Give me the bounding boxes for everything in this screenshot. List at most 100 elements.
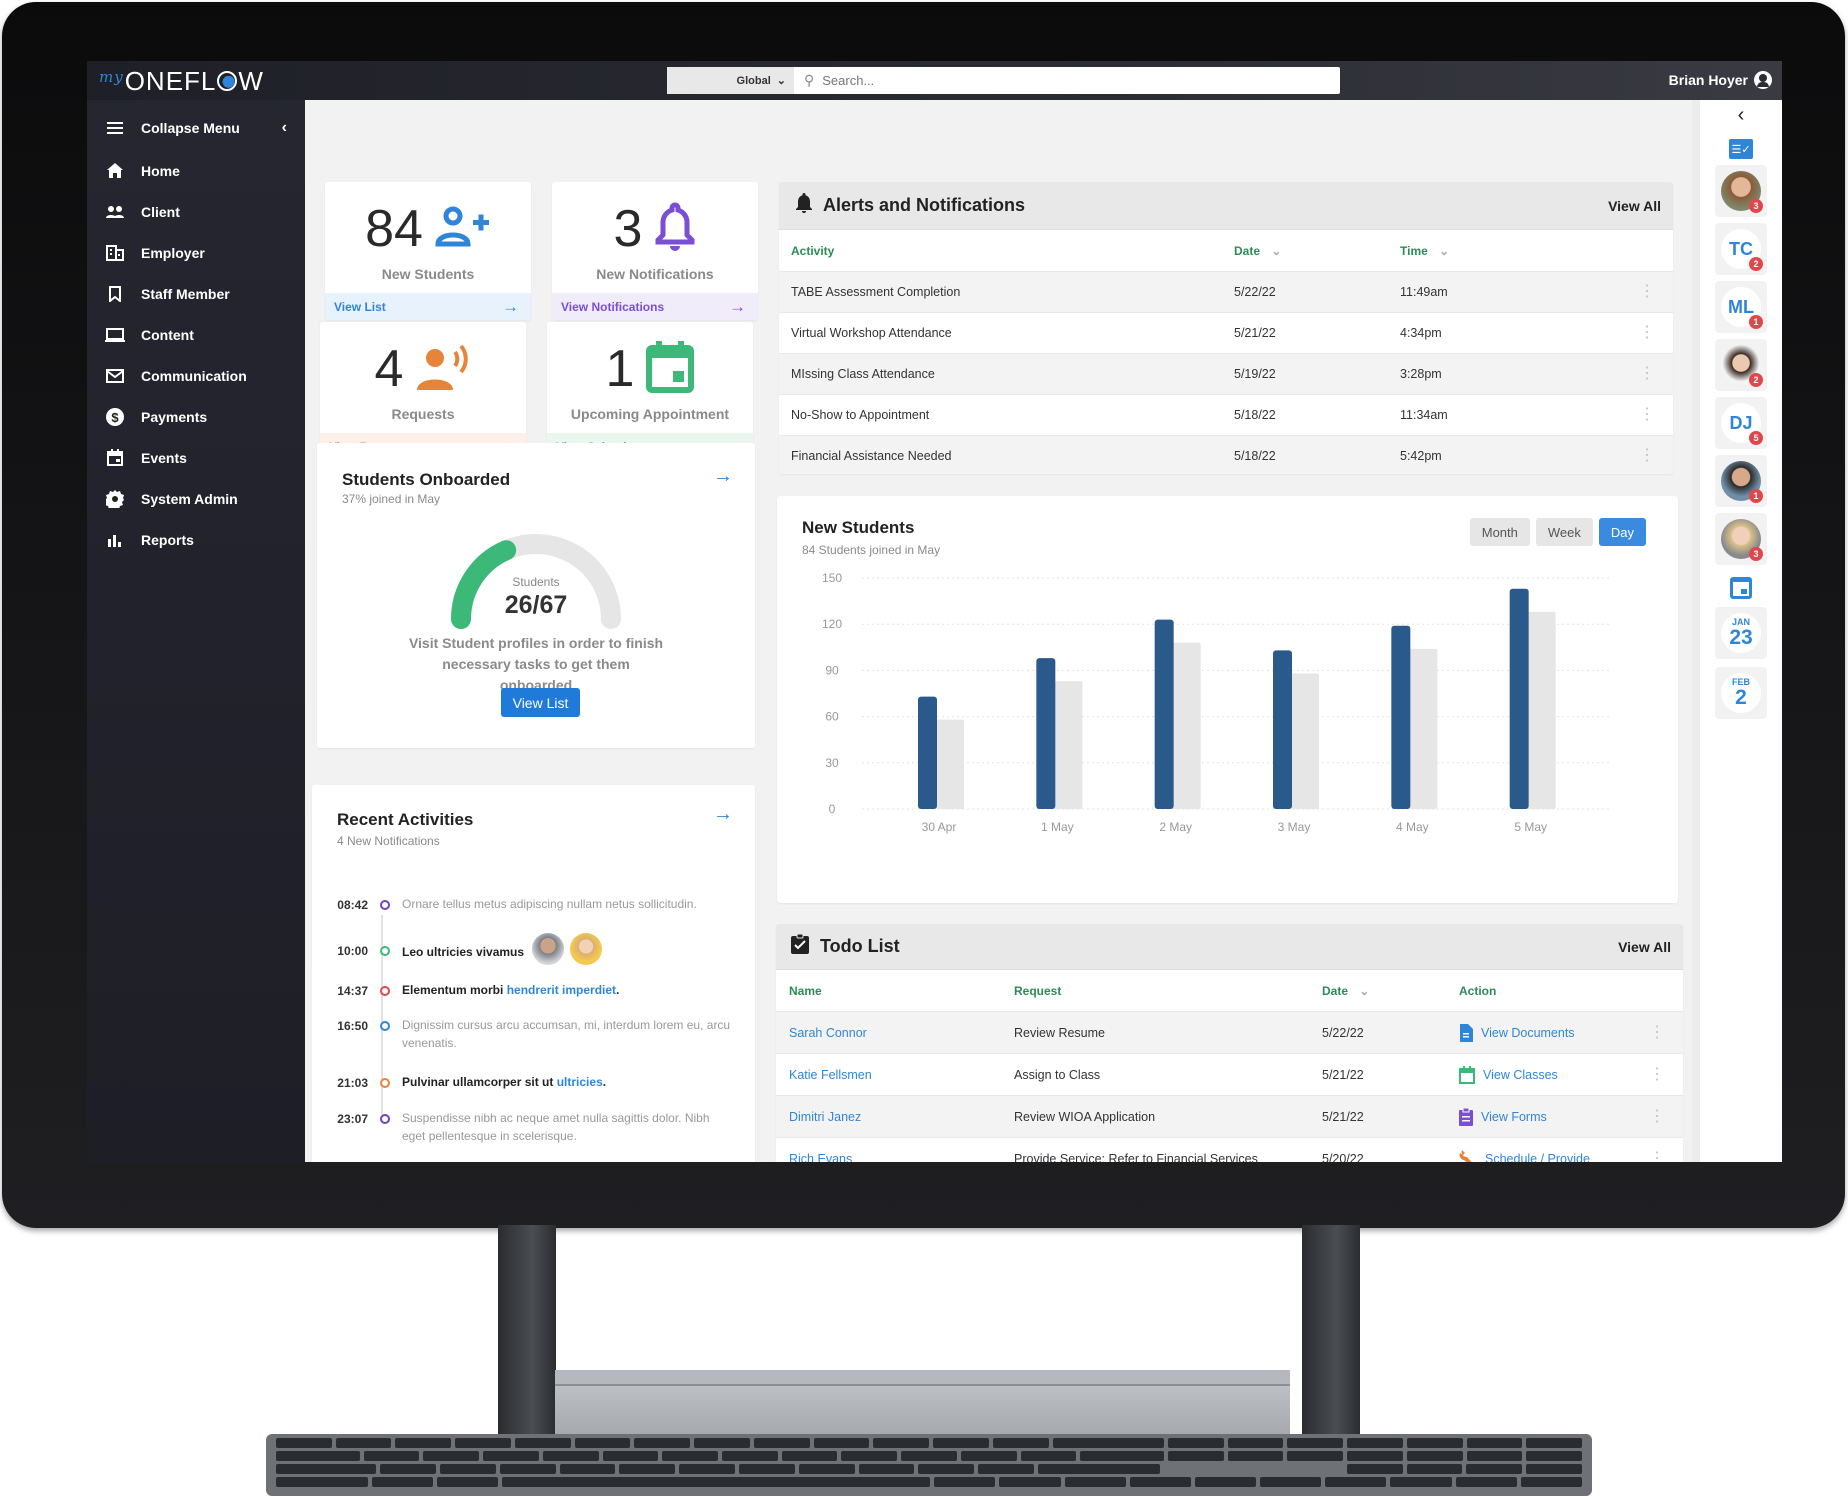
avatar[interactable] <box>532 933 565 965</box>
alert-row[interactable]: TABE Assessment Completion 5/22/22 11:49am… <box>779 272 1673 313</box>
todo-action-link[interactable]: View Forms <box>1459 1107 1547 1126</box>
calendar-icon <box>105 448 125 468</box>
bar-previous <box>1172 642 1201 809</box>
column-time-sort[interactable]: Time ⌄ <box>1400 244 1449 258</box>
todo-action-link[interactable]: Schedule / Provide <box>1459 1149 1590 1162</box>
gear-icon <box>105 489 125 509</box>
bar-previous <box>1054 681 1083 809</box>
sidebar-item-events[interactable]: Events <box>87 437 305 478</box>
recent-activities-card: Recent Activities 4 New Notifications → … <box>312 785 755 1162</box>
gauge-label: Students <box>512 575 560 589</box>
calendar-icon[interactable] <box>1730 577 1752 599</box>
todo-header: Todo List View All <box>776 924 1683 970</box>
more-options-icon[interactable]: ⋮ <box>1639 284 1655 300</box>
notification-badge: 5 <box>1749 431 1763 445</box>
chevron-left-icon[interactable]: ‹ <box>1700 104 1782 127</box>
bar-previous <box>1291 673 1319 809</box>
todo-view-all-link[interactable]: View All <box>1618 939 1671 955</box>
alert-row[interactable]: MIssing Class Attendance 5/19/22 3:28pm ⋮ <box>779 354 1673 395</box>
more-options-icon[interactable]: ⋮ <box>1639 325 1655 341</box>
stat-value: 4 <box>374 340 404 398</box>
contact-avatar[interactable]: TC 2 <box>1715 223 1767 275</box>
stat-link-view-list[interactable]: View List → <box>325 293 531 320</box>
todo-action-link[interactable]: View Documents <box>1459 1023 1575 1042</box>
sidebar-item-client[interactable]: Client <box>87 191 305 232</box>
activity-link[interactable]: hendrerit imperdiet <box>507 983 616 997</box>
more-options-icon[interactable]: ⋮ <box>1639 407 1655 423</box>
sidebar-item-home[interactable]: Home <box>87 150 305 191</box>
stat-card-requests: 4RequestsView Requests→ <box>320 322 526 460</box>
view-list-button[interactable]: View List <box>501 688 580 717</box>
x-tick-label: 2 May <box>1159 820 1192 834</box>
more-options-icon[interactable]: ⋮ <box>1649 1024 1665 1041</box>
onboarded-subtitle: 37% joined in May <box>342 492 441 506</box>
people-icon <box>105 202 125 222</box>
column-activity: Activity <box>791 243 835 258</box>
more-options-icon[interactable]: ⋮ <box>1639 366 1655 382</box>
todo-name-link[interactable]: Sarah Connor <box>776 1026 1014 1040</box>
contact-avatar[interactable]: 3 <box>1715 513 1767 565</box>
top-bar: my ONEFLW Global ⌄ ⚲ Brian Hoyer <box>87 61 1782 100</box>
timeline-dot-icon <box>380 900 390 910</box>
search-bar: Global ⌄ ⚲ <box>667 67 1340 94</box>
more-options-icon[interactable]: ⋮ <box>1639 448 1655 464</box>
column-name: Name <box>789 983 822 998</box>
activity-link[interactable]: ultricies <box>557 1075 603 1089</box>
more-options-icon[interactable]: ⋮ <box>1649 1108 1665 1125</box>
hamburger-menu-icon <box>105 118 125 138</box>
contact-avatar[interactable]: ML 1 <box>1715 281 1767 333</box>
search-icon: ⚲ <box>804 72 815 88</box>
new-students-chart-card: New Students 84 Students joined in May M… <box>777 496 1678 903</box>
calendar-icon <box>646 340 695 398</box>
alerts-table-header: Activity Date ⌄ Time ⌄ <box>779 230 1673 272</box>
chevron-down-icon: ⌄ <box>1439 243 1450 258</box>
column-date-sort[interactable]: Date ⌄ <box>1234 244 1400 258</box>
logo-wordmark: ONEFL <box>124 66 217 96</box>
contact-avatar[interactable]: 1 <box>1715 455 1767 507</box>
bar-current <box>1154 619 1174 809</box>
stat-link-view-notifications[interactable]: View Notifications → <box>552 293 758 320</box>
calendar-date-item[interactable]: FEB 2 <box>1715 667 1767 719</box>
more-options-icon[interactable]: ⋮ <box>1649 1066 1665 1083</box>
person-voice-icon <box>415 344 471 395</box>
chevron-left-icon: ‹ <box>281 119 287 136</box>
contact-initials: DJ <box>1729 412 1753 433</box>
todo-name-link[interactable]: Rich Evans <box>776 1152 1014 1163</box>
sidebar-item-content[interactable]: Content <box>87 314 305 355</box>
alert-row[interactable]: Virtual Workshop Attendance 5/21/22 4:34pm… <box>779 313 1673 354</box>
search-scope-dropdown[interactable]: Global ⌄ <box>667 67 794 94</box>
more-options-icon[interactable]: ⋮ <box>1649 1150 1665 1162</box>
document-icon <box>1459 1023 1473 1042</box>
timeline-dot-icon <box>380 986 390 996</box>
column-date-sort[interactable]: Date ⌄ <box>1322 984 1459 998</box>
arrow-right-icon[interactable]: → <box>713 465 733 488</box>
todo-name-link[interactable]: Katie Fellsmen <box>776 1068 1014 1082</box>
user-menu[interactable]: Brian Hoyer <box>1669 71 1772 89</box>
chevron-down-icon: ⌄ <box>1359 983 1370 998</box>
sidebar-item-system-admin[interactable]: System Admin <box>87 478 305 519</box>
todo-name-link[interactable]: Dimitri Janez <box>776 1110 1014 1124</box>
alert-row[interactable]: No-Show to Appointment 5/18/22 11:34am ⋮ <box>779 395 1673 436</box>
bar-current <box>1273 650 1292 809</box>
alerts-view-all-link[interactable]: View All <box>1608 198 1661 214</box>
sidebar-item-employer[interactable]: Employer <box>87 232 305 273</box>
sidebar-item-payments[interactable]: $ Payments <box>87 396 305 437</box>
task-list-icon[interactable]: ☰✓ <box>1729 139 1753 159</box>
x-tick-label: 4 May <box>1396 820 1429 834</box>
contact-avatar[interactable]: 2 <box>1715 339 1767 391</box>
collapse-menu-button[interactable]: Collapse Menu ‹ <box>87 106 305 150</box>
todo-action-link[interactable]: View Classes <box>1459 1065 1558 1084</box>
alert-row[interactable]: Financial Assistance Needed 5/18/22 5:42pm… <box>779 436 1673 474</box>
avatar[interactable] <box>570 933 603 965</box>
bar-current <box>918 696 937 809</box>
calendar-date-item[interactable]: JAN 23 <box>1715 607 1767 659</box>
sidebar-item-staff-member[interactable]: Staff Member <box>87 273 305 314</box>
search-input[interactable] <box>822 73 1340 88</box>
keyboard <box>266 1434 1592 1496</box>
sidebar-item-reports[interactable]: Reports <box>87 519 305 560</box>
contact-avatar[interactable]: 3 <box>1715 165 1767 217</box>
wrench-icon <box>1459 1149 1477 1162</box>
logo[interactable]: my ONEFL W <box>99 66 264 97</box>
contact-avatar[interactable]: DJ 5 <box>1715 397 1767 449</box>
sidebar-item-communication[interactable]: Communication <box>87 355 305 396</box>
